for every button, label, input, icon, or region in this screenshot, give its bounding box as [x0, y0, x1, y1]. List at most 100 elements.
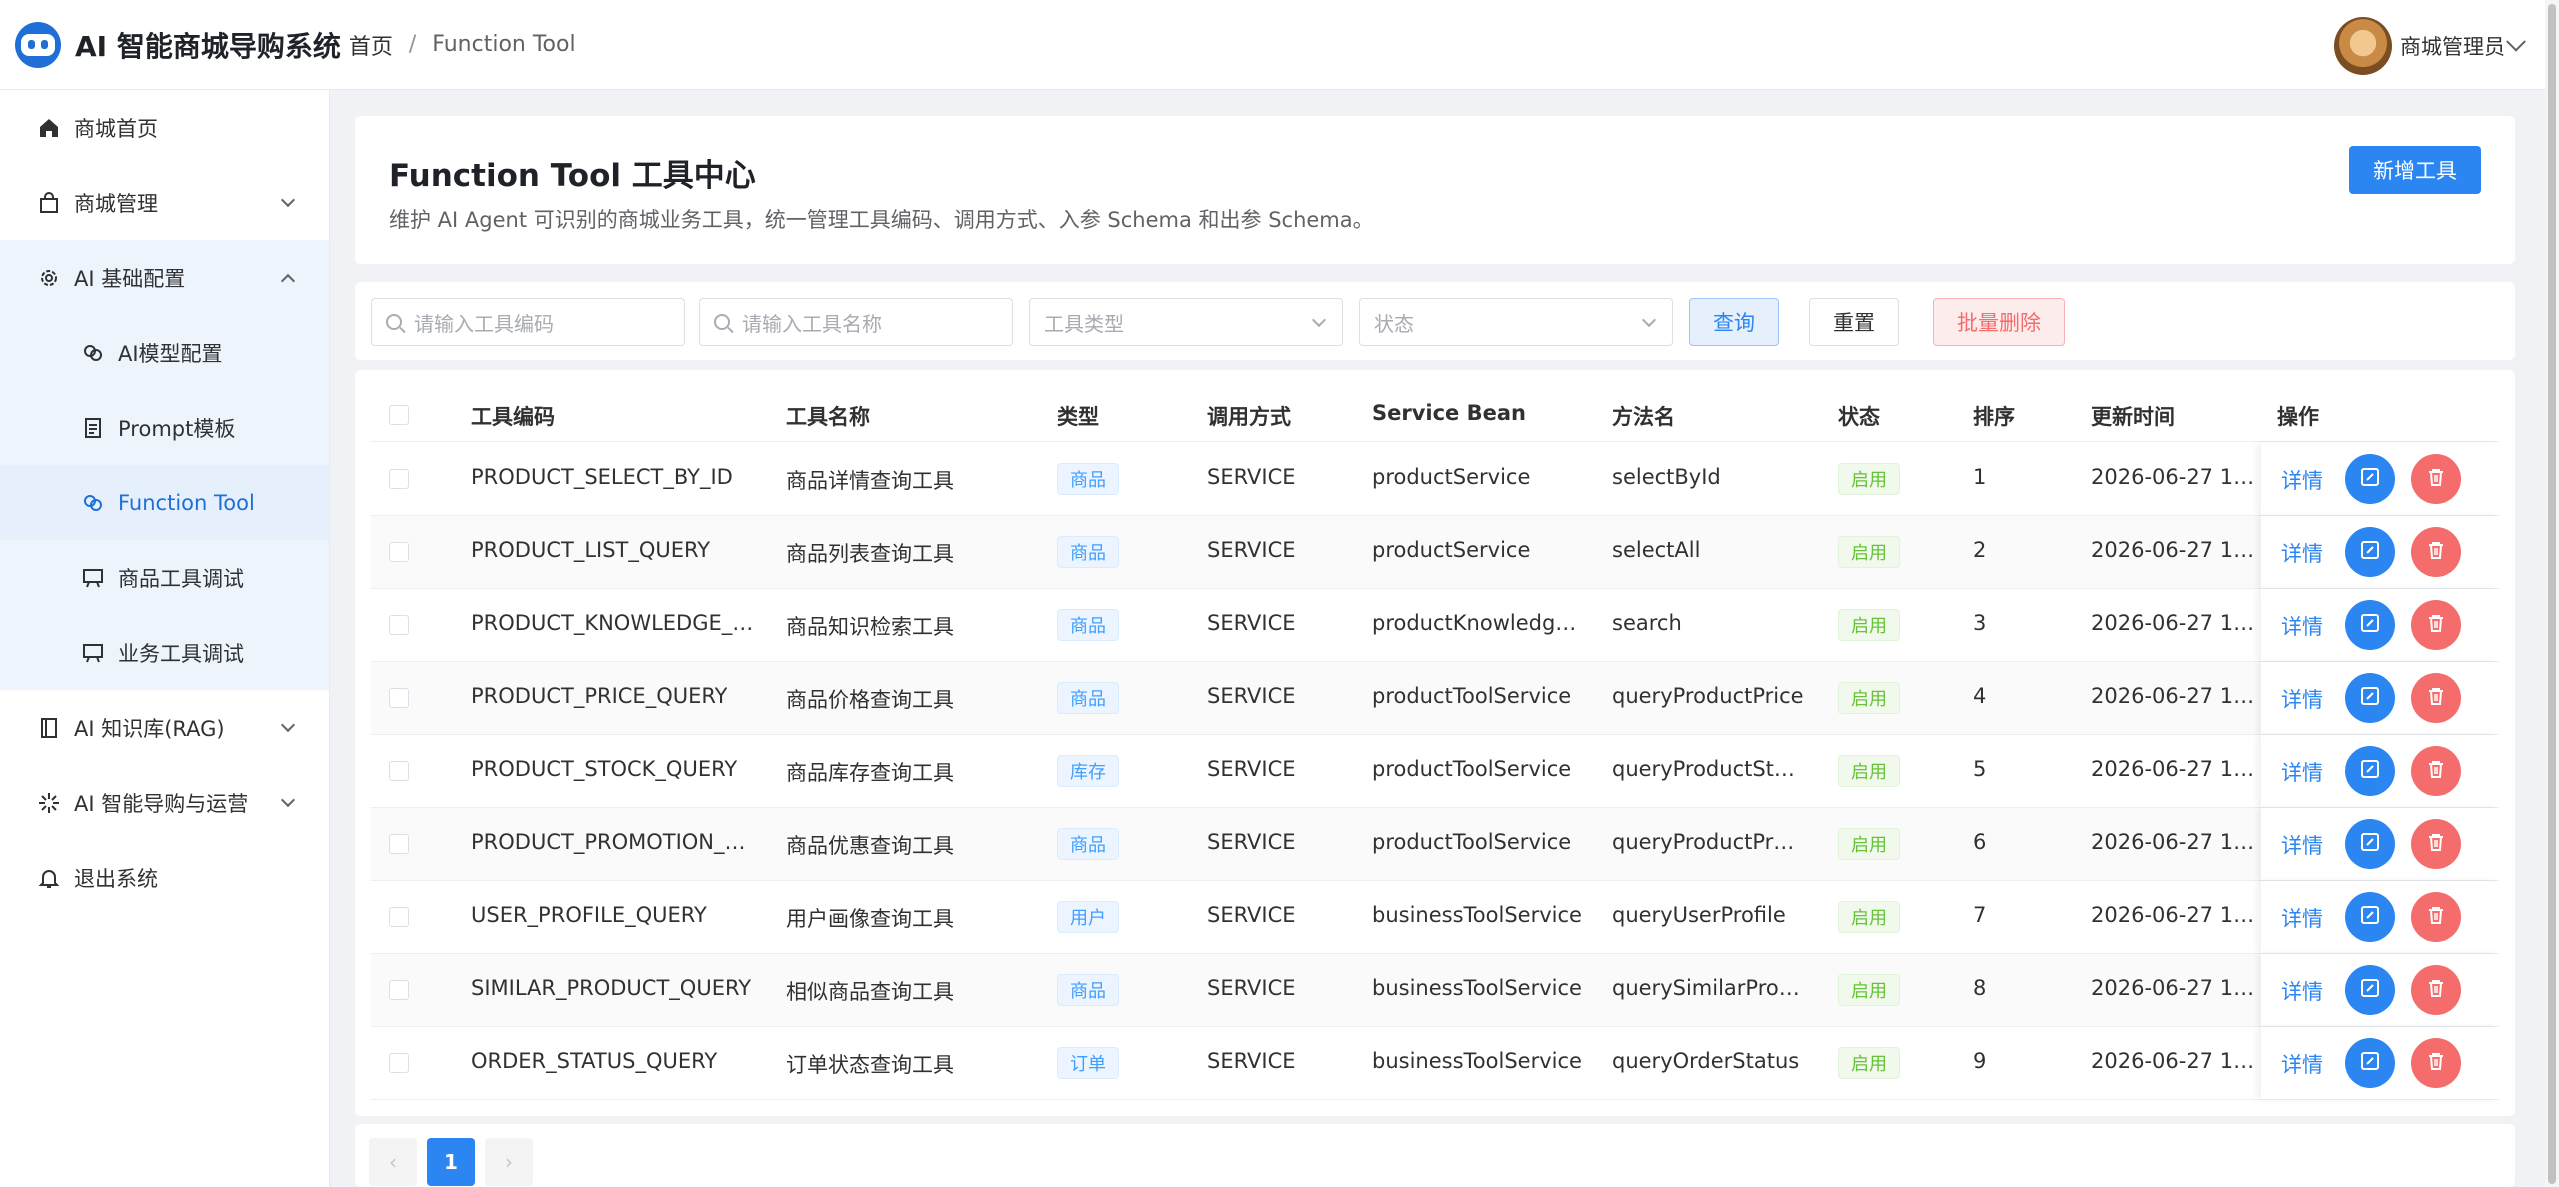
delete-button[interactable]: [2411, 746, 2461, 796]
delete-button[interactable]: [2411, 1038, 2461, 1088]
add-tool-button[interactable]: 新增工具: [2349, 146, 2481, 194]
row-checkbox[interactable]: [389, 615, 409, 635]
sidebar-item-home[interactable]: 商城首页: [0, 90, 329, 165]
delete-button[interactable]: [2411, 600, 2461, 650]
row-actions: 详情: [2261, 954, 2499, 1026]
row-checkbox[interactable]: [389, 907, 409, 927]
row-checkbox[interactable]: [389, 542, 409, 562]
delete-button[interactable]: [2411, 673, 2461, 723]
reset-button[interactable]: 重置: [1809, 298, 1899, 346]
trash-icon: [2425, 466, 2447, 493]
sidebar-item-function-tool[interactable]: Function Tool: [0, 465, 329, 540]
delete-button[interactable]: [2411, 454, 2461, 504]
detail-link[interactable]: 详情: [2281, 611, 2323, 641]
detail-link[interactable]: 详情: [2281, 465, 2323, 495]
sidebar-item-ai-model-config[interactable]: AI模型配置: [0, 315, 329, 390]
sidebar-item-mall-management[interactable]: 商城管理: [0, 165, 329, 240]
cell-service-bean: businessToolService: [1372, 1049, 1582, 1073]
debug-board-icon: [80, 640, 106, 666]
edit-button[interactable]: [2345, 819, 2395, 869]
debug-board-icon: [80, 565, 106, 591]
sidebar-item-prompt-template[interactable]: Prompt模板: [0, 390, 329, 465]
cell-method: queryProductSt…: [1612, 757, 1795, 781]
row-checkbox[interactable]: [389, 980, 409, 1000]
edit-button[interactable]: [2345, 454, 2395, 504]
sidebar-item-label: 业务工具调试: [118, 641, 244, 666]
edit-button[interactable]: [2345, 1038, 2395, 1088]
top-header: AI 智能商城导购系统 首页 / Function Tool 商城管理员: [0, 0, 2559, 90]
breadcrumb-home[interactable]: 首页: [349, 29, 393, 61]
next-page-button[interactable]: ›: [485, 1138, 533, 1186]
type-tag: 商品: [1057, 536, 1119, 568]
page-scrollbar[interactable]: [2545, 0, 2559, 1187]
type-tag: 商品: [1057, 609, 1119, 641]
cell-method: queryProductPrice: [1612, 684, 1804, 708]
row-checkbox[interactable]: [389, 688, 409, 708]
tool-code-input[interactable]: 请输入工具编码: [371, 298, 685, 346]
cell-code: SIMILAR_PRODUCT_QUERY: [471, 976, 752, 1000]
sidebar-item-label: AI模型配置: [118, 341, 223, 366]
edit-button[interactable]: [2345, 673, 2395, 723]
chevron-down-icon: [280, 717, 296, 733]
type-tag: 用户: [1057, 901, 1119, 933]
query-button[interactable]: 查询: [1689, 298, 1779, 346]
row-checkbox[interactable]: [389, 469, 409, 489]
cell-updated: 2026-06-27 12:0: [2091, 684, 2261, 708]
user-menu[interactable]: 商城管理员: [2334, 17, 2526, 75]
page-1-button[interactable]: 1: [427, 1138, 475, 1186]
cell-name: 相似商品查询工具: [786, 980, 954, 1004]
edit-icon: [2359, 1050, 2381, 1077]
table-row: PRODUCT_PROMOTION_… 商品优惠查询工具 SERVICE produc…: [371, 808, 2499, 881]
row-checkbox[interactable]: [389, 834, 409, 854]
cell-updated: 2026-06-27 12:0: [2091, 903, 2261, 927]
function-link-icon: [80, 490, 106, 516]
sidebar-item-business-tool-debug[interactable]: 业务工具调试: [0, 615, 329, 690]
prev-page-button[interactable]: ‹: [369, 1138, 417, 1186]
tool-type-placeholder: 工具类型: [1044, 311, 1124, 336]
delete-button[interactable]: [2411, 527, 2461, 577]
type-tag: 库存: [1057, 755, 1119, 787]
row-actions: 详情: [2261, 443, 2499, 515]
delete-button[interactable]: [2411, 819, 2461, 869]
detail-link[interactable]: 详情: [2281, 830, 2323, 860]
cell-updated: 2026-06-27 12:0: [2091, 976, 2261, 1000]
select-all-checkbox[interactable]: [389, 405, 409, 425]
detail-link[interactable]: 详情: [2281, 903, 2323, 933]
sidebar-item-knowledge-base[interactable]: AI 知识库(RAG): [0, 690, 329, 765]
detail-link[interactable]: 详情: [2281, 1049, 2323, 1079]
edit-button[interactable]: [2345, 892, 2395, 942]
row-checkbox[interactable]: [389, 1053, 409, 1073]
tool-name-placeholder: 请输入工具名称: [742, 311, 882, 336]
chevron-down-icon: [1311, 312, 1327, 328]
sidebar-item-product-tool-debug[interactable]: 商品工具调试: [0, 540, 329, 615]
type-tag: 商品: [1057, 974, 1119, 1006]
edit-button[interactable]: [2345, 600, 2395, 650]
detail-link[interactable]: 详情: [2281, 976, 2323, 1006]
detail-link[interactable]: 详情: [2281, 684, 2323, 714]
search-icon: [386, 314, 402, 330]
status-select[interactable]: 状态: [1359, 298, 1673, 346]
sidebar-item-ai-config[interactable]: AI 基础配置: [0, 240, 329, 315]
row-checkbox[interactable]: [389, 761, 409, 781]
sidebar-item-logout[interactable]: 退出系统: [0, 840, 329, 915]
chevron-down-icon: [280, 192, 296, 208]
delete-button[interactable]: [2411, 965, 2461, 1015]
header-name: 工具名称: [786, 405, 870, 429]
cell-call-mode: SERVICE: [1207, 903, 1296, 927]
detail-link[interactable]: 详情: [2281, 538, 2323, 568]
sidebar-item-ai-guide-ops[interactable]: AI 智能导购与运营: [0, 765, 329, 840]
row-actions: 详情: [2261, 735, 2499, 807]
cell-name: 商品列表查询工具: [786, 542, 954, 566]
cell-updated: 2026-06-27 12:0: [2091, 1049, 2261, 1073]
delete-button[interactable]: [2411, 892, 2461, 942]
edit-button[interactable]: [2345, 746, 2395, 796]
tool-type-select[interactable]: 工具类型: [1029, 298, 1343, 346]
tool-name-input[interactable]: 请输入工具名称: [699, 298, 1013, 346]
edit-button[interactable]: [2345, 527, 2395, 577]
type-tag: 商品: [1057, 682, 1119, 714]
edit-button[interactable]: [2345, 965, 2395, 1015]
batch-delete-button[interactable]: 批量删除: [1933, 298, 2065, 346]
breadcrumb-current: Function Tool: [432, 32, 576, 57]
trash-icon: [2425, 758, 2447, 785]
detail-link[interactable]: 详情: [2281, 757, 2323, 787]
